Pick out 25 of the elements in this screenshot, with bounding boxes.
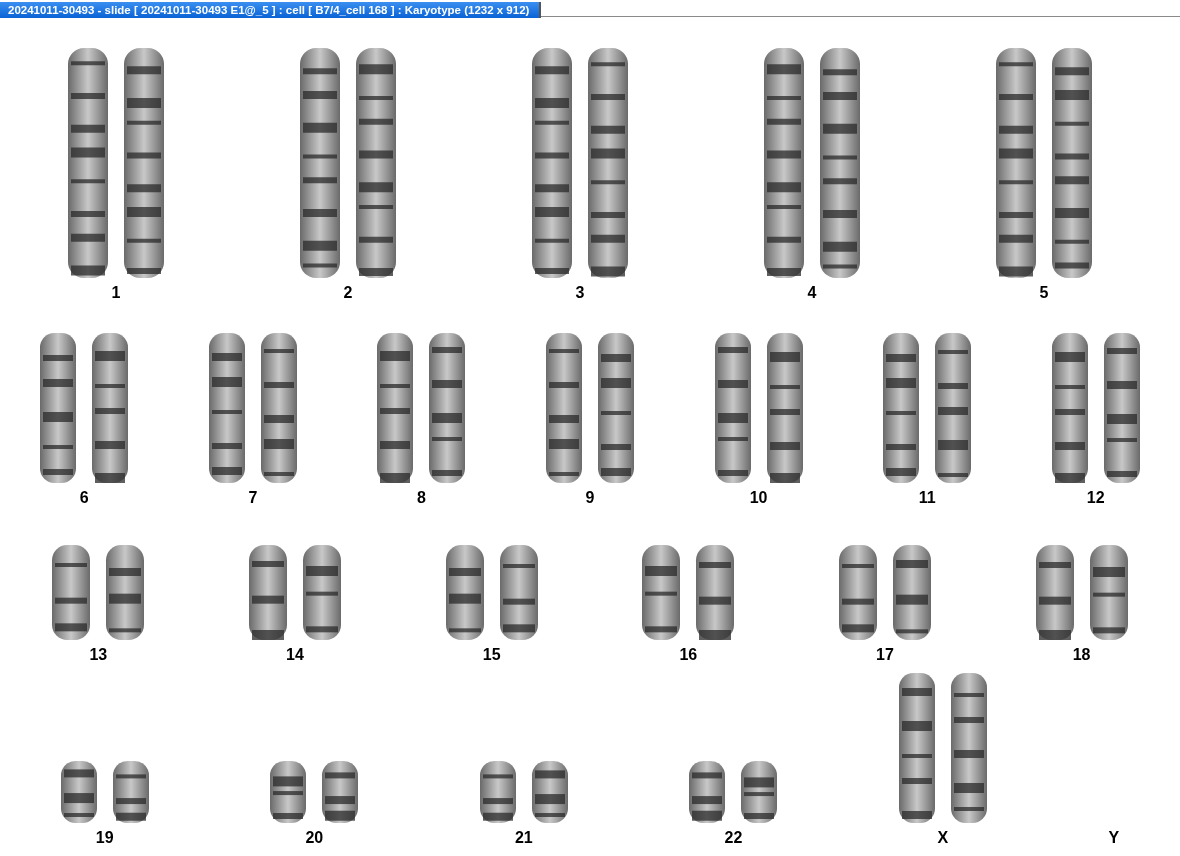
chromosome-number: 2 [343,284,353,302]
chromosome-number: Y [1108,829,1120,847]
chromosome-number: 1 [111,284,121,302]
chromosome-number: 7 [248,489,258,507]
window-title: 20241011-30493 - slide [ 20241011-30493 E1@_5 ] : cell [ B7/4_cell 168 ] : Karyotype (1232 x 912) [0,2,542,18]
chromosome-number: 12 [1086,489,1105,507]
chromosome-number: 6 [79,489,89,507]
chromosome-number: 17 [876,646,894,664]
chromosome-number: 11 [918,489,936,507]
chromosome-number: 19 [95,829,114,847]
chromosome-number: 8 [416,489,426,507]
chromosome-number: 4 [807,284,817,302]
chromosome-number: 13 [89,646,108,664]
chromosome-number: 10 [749,489,768,507]
chromosome-number: 22 [724,829,743,847]
chromosome-number: 5 [1039,284,1049,302]
chromosome-number: 18 [1072,646,1091,664]
chromosome-number: 16 [679,646,698,664]
chromosome-number: 15 [482,646,501,664]
chromosome-number: 3 [575,284,585,302]
chromosome-number: 20 [305,829,324,847]
chromosome-number: 14 [286,646,304,664]
chromosome-number: X [937,829,949,847]
chromosome-number: 9 [585,489,595,507]
chromosome-number: 21 [514,829,533,847]
